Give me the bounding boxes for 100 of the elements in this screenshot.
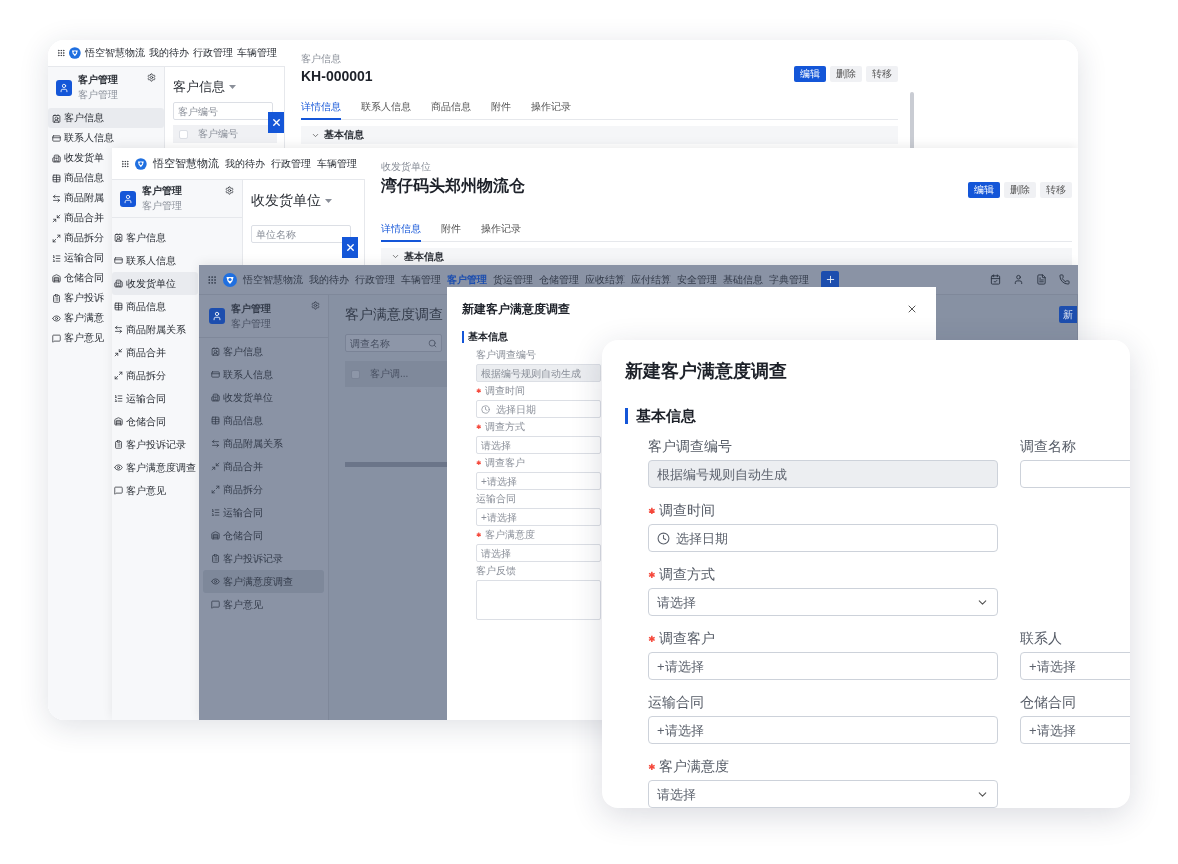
search-icon[interactable]: [428, 338, 437, 348]
sidebar-item[interactable]: 仓储合同: [48, 268, 110, 288]
nav-item[interactable]: 车辆管理: [237, 46, 277, 60]
sidebar-item[interactable]: 商品信息: [112, 295, 198, 318]
nav-item[interactable]: 基础信息: [723, 272, 763, 287]
nav-item[interactable]: 我的待办: [309, 272, 349, 287]
tab[interactable]: 联系人信息: [361, 96, 411, 120]
sidebar-item[interactable]: 客户投诉记录: [203, 547, 324, 570]
field-input[interactable]: 请选择: [657, 786, 970, 802]
field-input[interactable]: 请选择: [481, 439, 596, 451]
calendar-icon[interactable]: [990, 274, 1001, 285]
tab[interactable]: 操作记录: [481, 218, 521, 242]
section-header[interactable]: 基本信息: [381, 248, 1072, 265]
nav-item[interactable]: 仓储管理: [539, 272, 579, 287]
text-field[interactable]: +请选择: [1020, 716, 1130, 744]
close-button[interactable]: [342, 237, 358, 258]
field-input[interactable]: 选择日期: [496, 403, 596, 415]
action-button[interactable]: 删除: [1004, 182, 1036, 198]
tab[interactable]: 详情信息: [301, 96, 341, 120]
action-button[interactable]: 编辑: [794, 66, 826, 82]
tab[interactable]: 附件: [441, 218, 461, 242]
nav-item[interactable]: 应收结算: [585, 272, 625, 287]
search-input[interactable]: 调查名称: [350, 337, 426, 349]
select-field[interactable]: 请选择: [476, 544, 601, 562]
document-icon[interactable]: [1036, 274, 1047, 285]
user-icon[interactable]: [1013, 274, 1024, 285]
date-field[interactable]: 选择日期: [648, 524, 998, 552]
sidebar-item[interactable]: 收发货单位: [203, 386, 324, 409]
search-input[interactable]: 单位名称: [256, 228, 346, 240]
app-grid-icon[interactable]: [57, 48, 66, 58]
text-field[interactable]: +请选择: [1020, 652, 1130, 680]
nav-item[interactable]: 安全管理: [677, 272, 717, 287]
close-button[interactable]: [268, 112, 284, 133]
search-input[interactable]: 客户编号: [178, 105, 268, 117]
settings-icon[interactable]: [147, 73, 156, 82]
tab[interactable]: 商品信息: [431, 96, 471, 120]
sidebar-item[interactable]: 商品合并: [48, 208, 110, 228]
sidebar-item[interactable]: 客户投诉记录: [112, 433, 198, 456]
tab[interactable]: 附件: [491, 96, 511, 120]
sidebar-item[interactable]: 客户投诉: [48, 288, 110, 308]
nav-item[interactable]: 字典管理: [769, 272, 809, 287]
nav-item[interactable]: 行政管理: [193, 46, 233, 60]
text-field[interactable]: +请选择: [476, 472, 601, 490]
sidebar-item[interactable]: 仓储合同: [112, 410, 198, 433]
new-button[interactable]: 新: [1059, 306, 1077, 323]
sidebar-item[interactable]: 商品附属关系: [112, 318, 198, 341]
sidebar-item[interactable]: 商品拆分: [48, 228, 110, 248]
sidebar-item[interactable]: 联系人信息: [48, 128, 164, 148]
add-button[interactable]: [821, 270, 839, 289]
sidebar-item[interactable]: 联系人信息: [203, 363, 324, 386]
sidebar-item[interactable]: 收发货单位: [112, 272, 198, 295]
app-grid-icon[interactable]: [121, 158, 130, 169]
select-field[interactable]: 请选择: [476, 436, 601, 454]
field-input[interactable]: 请选择: [657, 594, 970, 610]
sidebar-item[interactable]: 商品信息: [203, 409, 324, 432]
nav-item[interactable]: 行政管理: [271, 156, 311, 171]
sidebar-item[interactable]: 商品信息: [48, 168, 110, 188]
sidebar-item[interactable]: 仓储合同: [203, 524, 324, 547]
nav-item[interactable]: 车辆管理: [317, 156, 357, 171]
sidebar-item[interactable]: 客户意见: [48, 328, 110, 348]
action-button[interactable]: 编辑: [968, 182, 1000, 198]
nav-item[interactable]: 应付结算: [631, 272, 671, 287]
select-field[interactable]: 请选择: [648, 588, 998, 616]
sidebar-item[interactable]: 商品合并: [203, 455, 324, 478]
sidebar-item[interactable]: 客户意见: [112, 479, 198, 502]
sidebar-item[interactable]: 商品拆分: [112, 364, 198, 387]
sidebar-item[interactable]: 客户意见: [203, 593, 324, 616]
action-button[interactable]: 删除: [830, 66, 862, 82]
select-field[interactable]: 请选择: [648, 780, 998, 808]
sidebar-item[interactable]: 运输合同: [203, 501, 324, 524]
field-input[interactable]: 选择日期: [676, 530, 989, 546]
sidebar-item[interactable]: 收发货单: [48, 148, 110, 168]
close-icon[interactable]: [906, 303, 918, 315]
caret-icon[interactable]: [325, 199, 332, 203]
nav-item[interactable]: 货运管理: [493, 272, 533, 287]
field-input[interactable]: +请选择: [1029, 722, 1130, 738]
sidebar-item[interactable]: 客户信息: [112, 226, 242, 249]
field-input[interactable]: 请选择: [481, 547, 596, 559]
nav-item[interactable]: 我的待办: [225, 156, 265, 171]
field-input[interactable]: +请选择: [657, 658, 989, 674]
sidebar-item[interactable]: 运输合同: [48, 248, 110, 268]
nav-item[interactable]: 行政管理: [355, 272, 395, 287]
text-field[interactable]: +请选择: [648, 716, 998, 744]
tab[interactable]: 操作记录: [531, 96, 571, 120]
section-header[interactable]: 基本信息: [301, 126, 898, 144]
nav-item[interactable]: 我的待办: [149, 46, 189, 60]
field-input[interactable]: +请选择: [481, 511, 596, 523]
field-input[interactable]: +请选择: [481, 475, 596, 487]
text-field[interactable]: +请选择: [476, 508, 601, 526]
caret-icon[interactable]: [229, 85, 236, 89]
action-button[interactable]: 转移: [866, 66, 898, 82]
date-field[interactable]: 选择日期: [476, 400, 601, 418]
tab[interactable]: 详情信息: [381, 218, 421, 242]
sidebar-item[interactable]: 客户满意: [48, 308, 110, 328]
sidebar-item[interactable]: 客户信息: [203, 340, 324, 363]
settings-icon[interactable]: [225, 186, 234, 195]
sidebar-item[interactable]: 商品合并: [112, 341, 198, 364]
action-button[interactable]: 转移: [1040, 182, 1072, 198]
sidebar-item[interactable]: 商品附属关系: [203, 432, 324, 455]
sidebar-item[interactable]: 联系人信息: [112, 249, 242, 272]
